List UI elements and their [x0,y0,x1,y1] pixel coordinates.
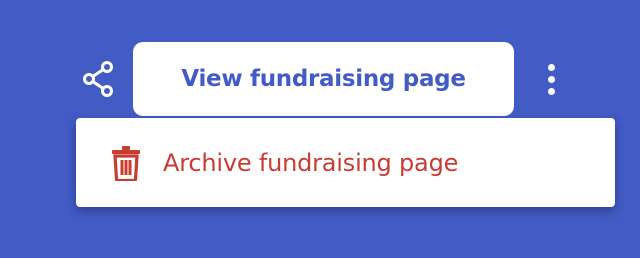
share-icon [80,60,116,98]
view-fundraising-page-label: View fundraising page [181,66,466,92]
menu-item-archive[interactable]: Archive fundraising page [76,118,615,207]
more-options-button[interactable] [535,59,567,99]
view-fundraising-page-button[interactable]: View fundraising page [133,42,514,116]
more-vertical-icon [547,63,555,95]
options-menu: Archive fundraising page [76,118,615,207]
share-button[interactable] [78,59,118,99]
trash-icon [111,145,141,181]
menu-item-label: Archive fundraising page [163,148,459,177]
